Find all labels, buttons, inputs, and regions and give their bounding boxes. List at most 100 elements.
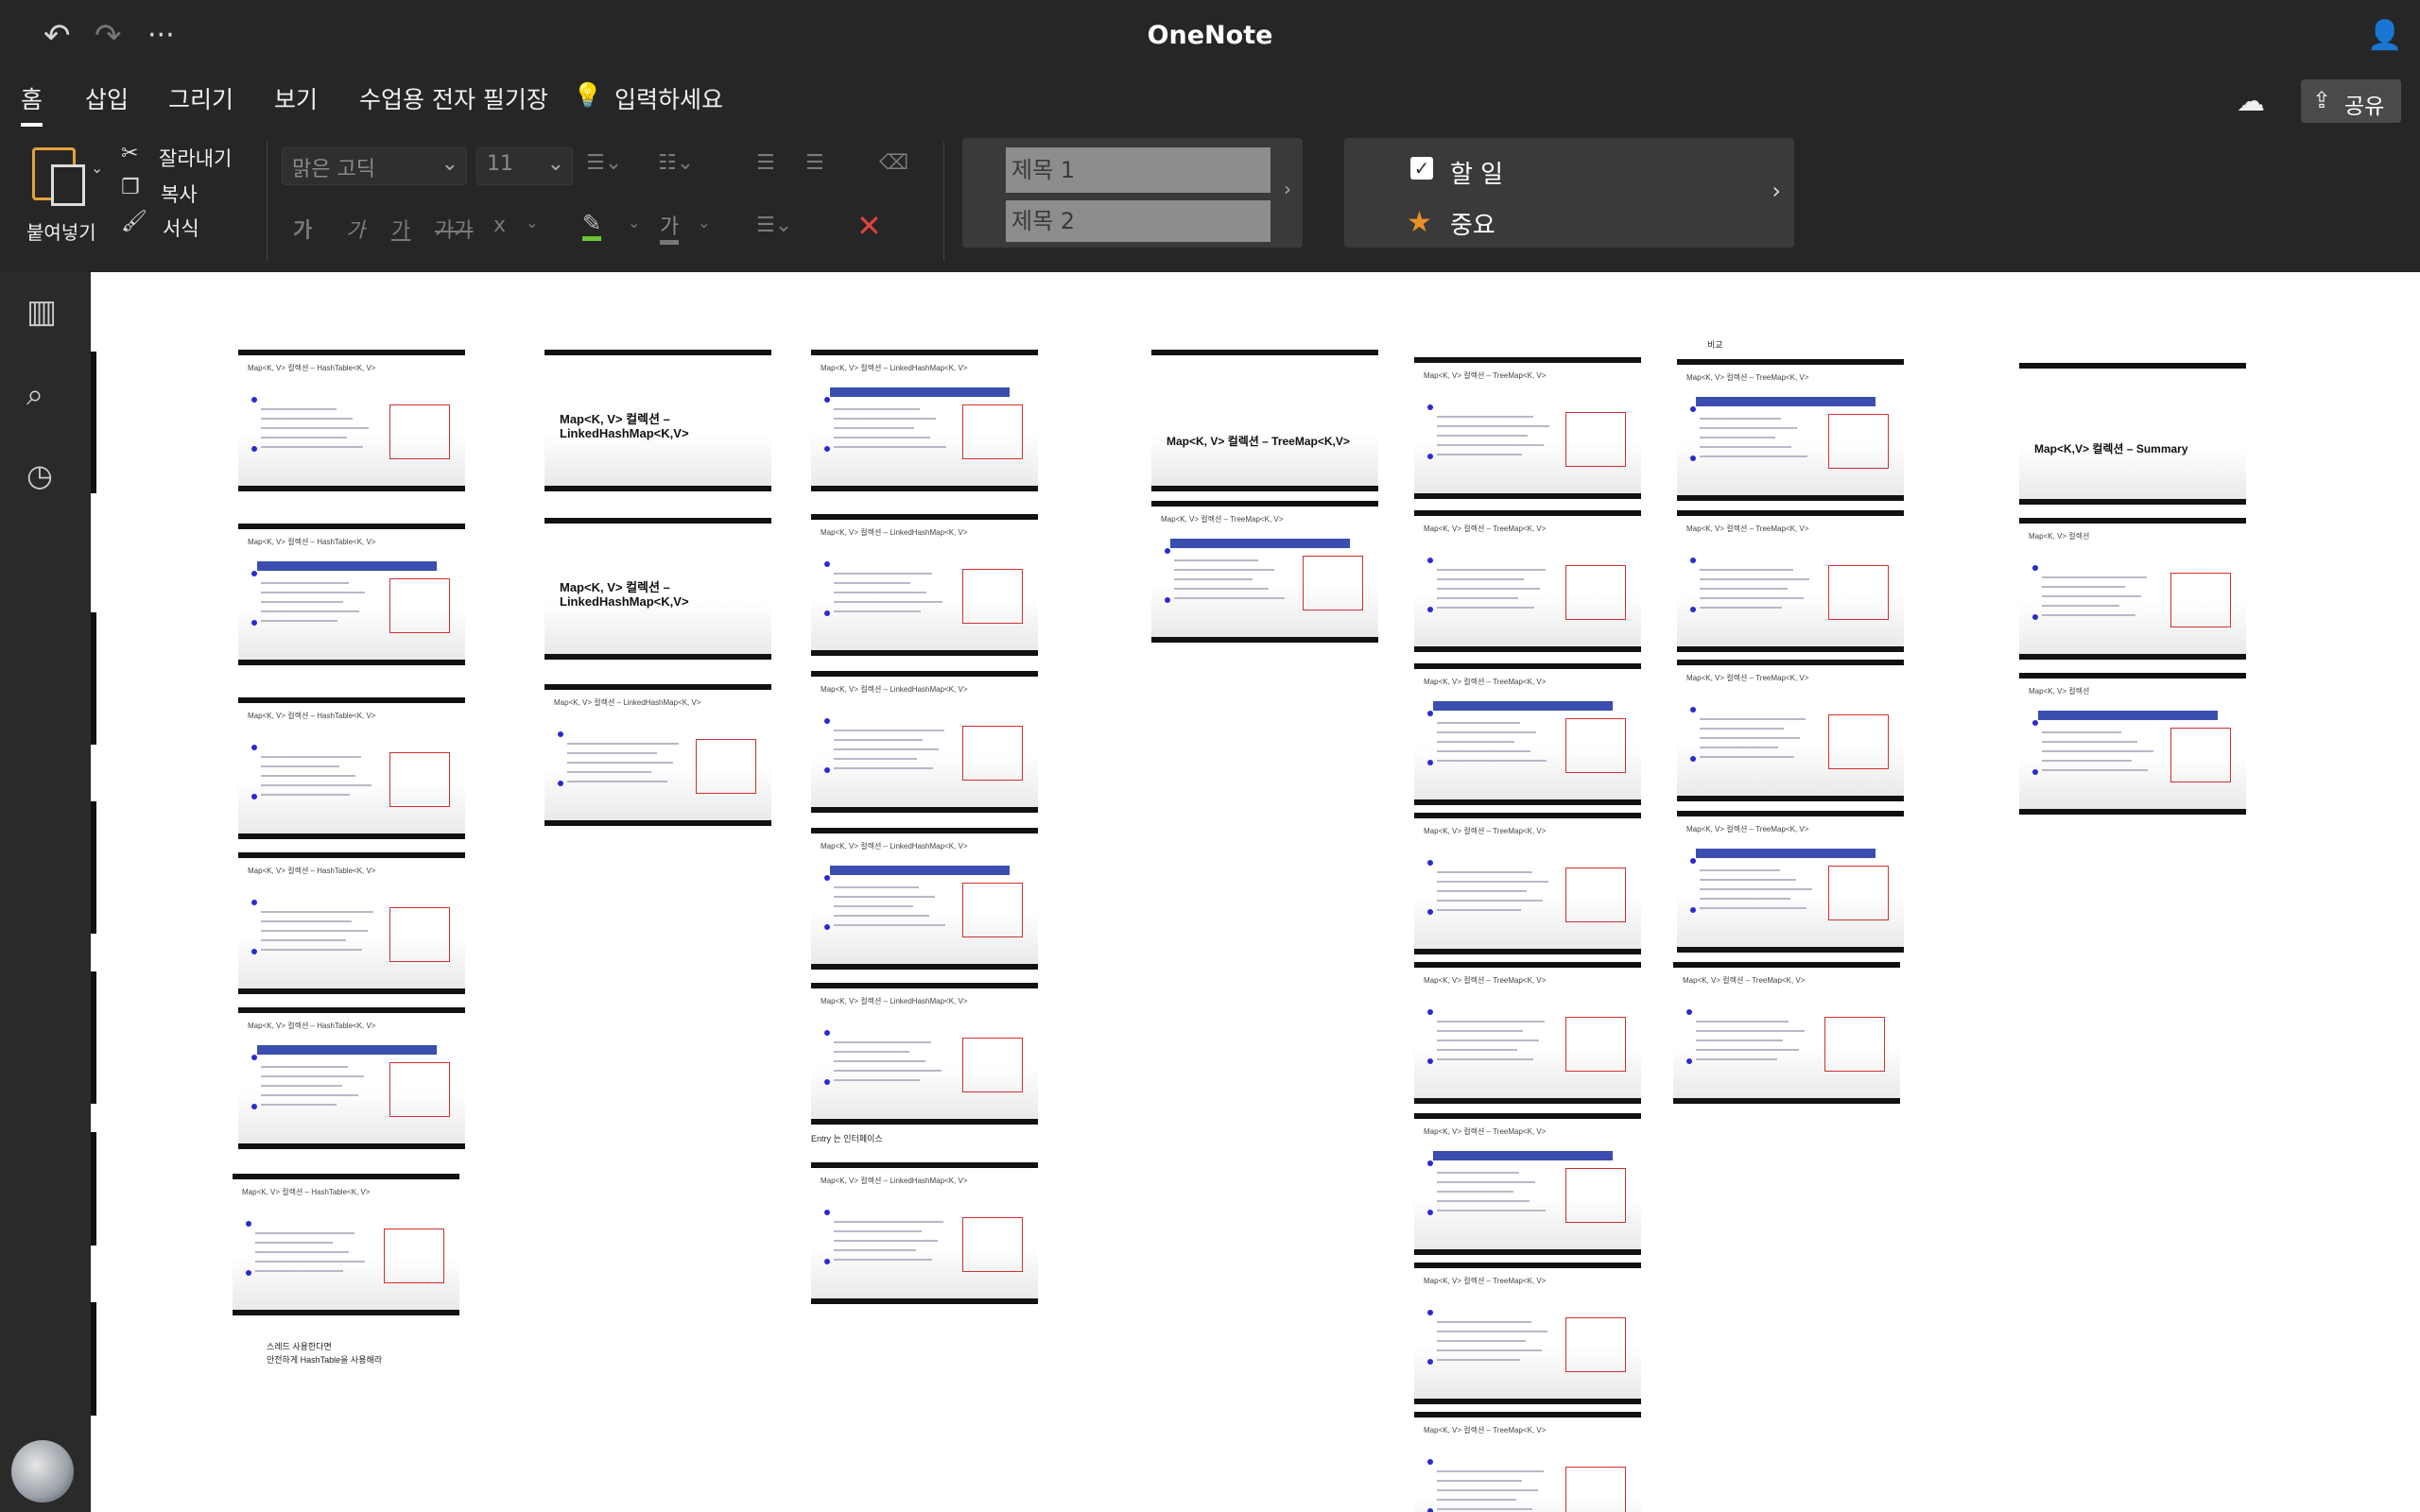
slide-thumbnail[interactable]: Map<K, V> 컬렉션 – TreeMap<K, V> bbox=[1414, 357, 1641, 499]
numbered-list-icon[interactable]: ☷⌄ bbox=[658, 151, 694, 175]
font-color-button[interactable]: 가 bbox=[660, 210, 680, 245]
output-box bbox=[1565, 1467, 1626, 1512]
slide-cover[interactable]: Map<K, V> 컬렉션 – TreeMap<K,V> bbox=[1151, 350, 1378, 491]
strikethrough-button[interactable]: 가가 bbox=[435, 214, 473, 244]
notebooks-icon[interactable]: ▥ bbox=[26, 293, 57, 331]
slide-thumbnail[interactable]: Map<K, V> 컬렉션 – TreeMap<K, V> bbox=[1677, 811, 1904, 953]
slide-thumbnail[interactable]: Map<K, V> 컬렉션 – LinkedHashMap<K, V> bbox=[811, 350, 1038, 491]
code-line bbox=[567, 771, 651, 773]
tab-home[interactable]: 홈 bbox=[21, 81, 43, 127]
tab-class-notebook[interactable]: 수업용 전자 필기장 bbox=[359, 81, 548, 115]
slide-thumbnail[interactable]: Map<K, V> 컬렉션 – TreeMap<K, V> bbox=[1677, 510, 1904, 652]
outdent-icon[interactable]: ☰ bbox=[756, 151, 775, 175]
cut-button[interactable]: 잘라내기 bbox=[159, 144, 232, 172]
slide-thumbnail[interactable]: Map<K, V> 컬렉션 – LinkedHashMap<K, V> bbox=[811, 1162, 1038, 1304]
code-line bbox=[1437, 1040, 1539, 1041]
slide-thumbnail[interactable]: Map<K, V> 컬렉션 – TreeMap<K, V> bbox=[1677, 359, 1904, 501]
bold-button[interactable]: 가 bbox=[293, 214, 312, 244]
slide-thumbnail[interactable]: Map<K, V> 컬렉션 – HashTable<K, V> bbox=[238, 1007, 465, 1149]
underline-button[interactable]: 가 bbox=[391, 214, 410, 244]
paste-button[interactable]: 붙여넣기 bbox=[25, 142, 110, 246]
italic-button[interactable]: 가 bbox=[346, 214, 365, 244]
slide-thumbnail[interactable]: Map<K, V> 컬렉션 – TreeMap<K, V> bbox=[1677, 660, 1904, 801]
highlight-bar bbox=[830, 387, 1010, 397]
slide-thumbnail[interactable]: Map<K, V> 컬렉션 – HashTable<K, V> bbox=[238, 697, 465, 839]
tag-todo[interactable]: 할 일 bbox=[1450, 155, 1503, 190]
code-line bbox=[1700, 888, 1812, 890]
code-line bbox=[2042, 731, 2121, 733]
font-name-dropdown[interactable]: 맑은 고딕 ⌄ bbox=[282, 147, 467, 185]
bullet-dot bbox=[1427, 1058, 1433, 1064]
slide-thumbnail[interactable]: Map<K, V> 컬렉션 – LinkedHashMap<K, V> bbox=[544, 684, 771, 826]
slide-thumbnail[interactable]: Map<K, V> 컬렉션 – HashTable<K, V> bbox=[238, 524, 465, 665]
chevron-right-icon[interactable]: › bbox=[1284, 178, 1291, 200]
paste-dropdown-icon[interactable]: ⌄ bbox=[91, 159, 103, 177]
slide-thumbnail[interactable]: Map<K, V> 컬렉션 – TreeMap<K, V> bbox=[1414, 1412, 1641, 1512]
slide-thumbnail[interactable]: Map<K, V> 컬렉션 – TreeMap<K, V> bbox=[1414, 813, 1641, 954]
code-line bbox=[1437, 607, 1534, 609]
share-button[interactable]: ⇪ 공유 bbox=[2301, 79, 2401, 123]
font-size-dropdown[interactable]: 11 ⌄ bbox=[476, 147, 573, 185]
align-icon[interactable]: ☰⌄ bbox=[756, 214, 792, 237]
code-line bbox=[1437, 1210, 1546, 1211]
tag-important[interactable]: 중요 bbox=[1450, 206, 1495, 241]
delete-icon[interactable]: ✕ bbox=[856, 208, 882, 244]
slide-thumbnail[interactable]: Map<K, V> 컬렉션 – TreeMap<K, V> bbox=[1414, 1263, 1641, 1404]
chevron-down-icon[interactable]: ⌄ bbox=[698, 214, 710, 232]
slide-thumbnail[interactable]: Map<K, V> 컬렉션 – LinkedHashMap<K, V> bbox=[811, 983, 1038, 1125]
slide-thumbnail[interactable]: Map<K, V> 컬렉션 – LinkedHashMap<K, V> bbox=[811, 514, 1038, 656]
indent-icon[interactable]: ☰ bbox=[805, 151, 824, 175]
code-line bbox=[261, 1104, 337, 1106]
code-line bbox=[1437, 416, 1533, 418]
style-heading2[interactable]: 제목 2 bbox=[1006, 200, 1270, 242]
chevron-down-icon[interactable]: ⌄ bbox=[628, 214, 640, 232]
style-heading1[interactable]: 제목 1 bbox=[1006, 147, 1270, 193]
slide-thumbnail[interactable]: Map<K, V> 컬렉션 – TreeMap<K, V> bbox=[1151, 501, 1378, 643]
code-line bbox=[834, 1221, 943, 1223]
code-line bbox=[2042, 586, 2125, 588]
chevron-right-icon[interactable]: › bbox=[1772, 178, 1781, 204]
slide-title: Map<K, V> 컬렉션 – TreeMap<K, V> bbox=[1686, 674, 1809, 682]
clear-format-icon[interactable]: ⌫ bbox=[879, 151, 908, 175]
code-line bbox=[1700, 578, 1809, 580]
slide-thumbnail[interactable]: Map<K, V> 컬렉션 – TreeMap<K, V> bbox=[1673, 962, 1900, 1104]
slide-cover[interactable]: Map<K,V> 컬렉션 – Summary bbox=[2019, 363, 2246, 505]
slide-cover[interactable]: Map<K, V> 컬렉션 – LinkedHashMap<K,V> bbox=[544, 350, 771, 491]
avatar[interactable] bbox=[11, 1440, 74, 1503]
slide-thumbnail[interactable]: Map<K, V> 컬렉션 – TreeMap<K, V> bbox=[1414, 962, 1641, 1104]
slide-thumbnail[interactable]: Map<K, V> 컬렉션 – HashTable<K, V> bbox=[238, 852, 465, 994]
tell-me-input[interactable]: 입력하세요 bbox=[614, 81, 723, 115]
slide-thumbnail[interactable]: Map<K, V> 컬렉션 – LinkedHashMap<K, V> bbox=[811, 828, 1038, 970]
recent-icon[interactable]: ◷ bbox=[26, 457, 53, 493]
slide-thumbnail[interactable]: Map<K, V> 컬렉션 bbox=[2019, 518, 2246, 660]
copy-button[interactable]: 복사 bbox=[161, 180, 198, 208]
slide-cover[interactable]: Map<K, V> 컬렉션 – LinkedHashMap<K,V> bbox=[544, 518, 771, 660]
note-canvas[interactable]: Map<K, V> 컬렉션 – HashTable<K, V> Map<K, V… bbox=[91, 272, 2420, 1512]
format-painter-button[interactable]: 서식 bbox=[163, 214, 199, 242]
slide-thumbnail[interactable]: Map<K, V> 컬렉션 bbox=[2019, 673, 2246, 815]
slide-thumbnail[interactable]: Map<K, V> 컬렉션 – TreeMap<K, V> bbox=[1414, 1113, 1641, 1255]
cloud-sync-icon[interactable]: ☁ bbox=[2237, 85, 2265, 118]
tab-draw[interactable]: 그리기 bbox=[168, 81, 233, 115]
code-line bbox=[1437, 588, 1540, 590]
chevron-down-icon[interactable]: ⌄ bbox=[526, 214, 538, 232]
tab-insert[interactable]: 삽입 bbox=[85, 81, 129, 115]
account-icon[interactable]: 👤 bbox=[2367, 17, 2402, 55]
page-edge-marker bbox=[91, 801, 96, 934]
code-line bbox=[834, 758, 917, 760]
code-line bbox=[1437, 741, 1514, 743]
search-icon[interactable]: ⌕ bbox=[26, 376, 43, 413]
slide-thumbnail[interactable]: Map<K, V> 컬렉션 – TreeMap<K, V> bbox=[1414, 510, 1641, 652]
tab-view[interactable]: 보기 bbox=[274, 81, 318, 115]
slide-title: Map<K, V> 컬렉션 – TreeMap<K, V> bbox=[1424, 1277, 1547, 1285]
slide-thumbnail[interactable]: Map<K, V> 컬렉션 – TreeMap<K, V> bbox=[1414, 663, 1641, 805]
code-line bbox=[834, 418, 936, 420]
bullet-list-icon[interactable]: ☰⌄ bbox=[586, 151, 622, 175]
code-line bbox=[834, 896, 935, 898]
handwritten-note: 비교 bbox=[1707, 340, 1723, 350]
slide-thumbnail[interactable]: Map<K, V> 컬렉션 – LinkedHashMap<K, V> bbox=[811, 671, 1038, 813]
slide-thumbnail[interactable]: Map<K, V> 컬렉션 – HashTable<K, V> bbox=[238, 350, 465, 491]
highlighter-icon[interactable]: ✎ bbox=[582, 210, 602, 241]
subscript-button[interactable]: x bbox=[493, 214, 506, 237]
slide-thumbnail[interactable]: Map<K, V> 컬렉션 – HashTable<K, V> bbox=[233, 1174, 459, 1315]
